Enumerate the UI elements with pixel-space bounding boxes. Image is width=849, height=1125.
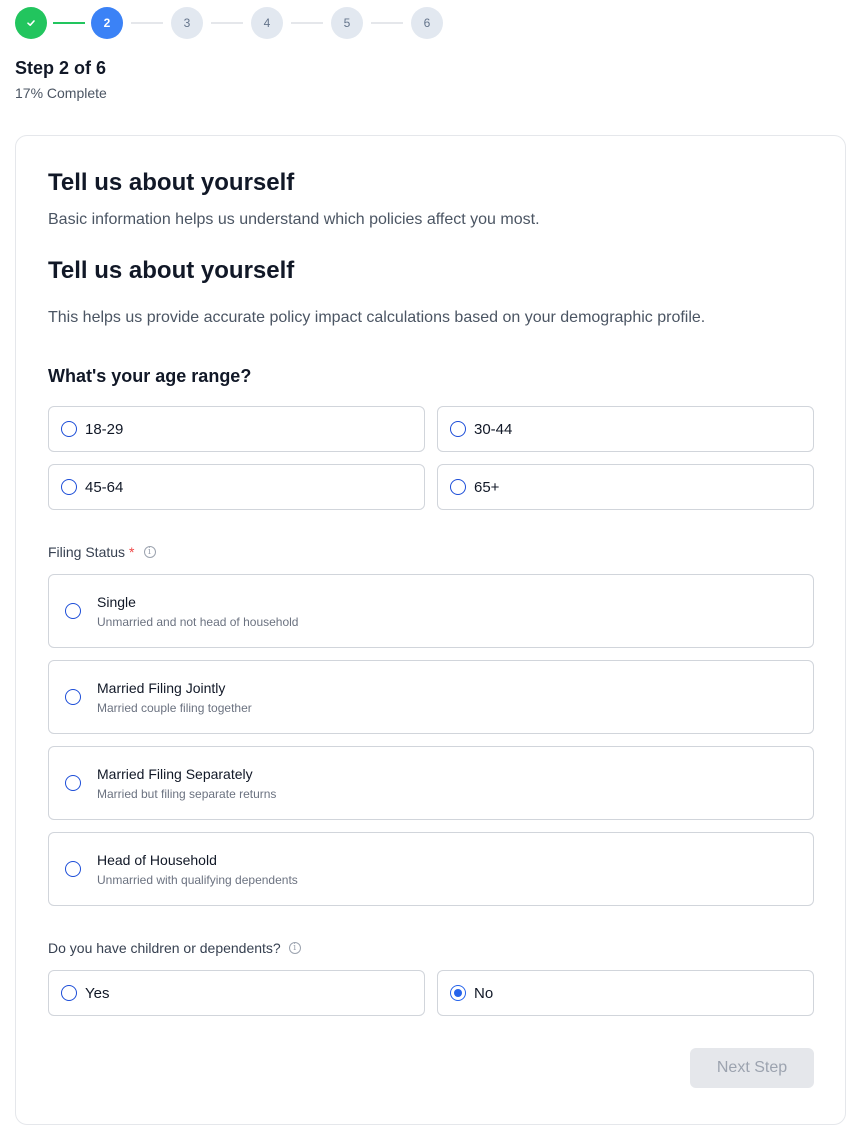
step-5: 5 (331, 7, 363, 39)
radio-button[interactable] (65, 775, 81, 791)
section-heading: Tell us about yourself (48, 169, 295, 196)
step-4: 4 (251, 7, 283, 39)
radio-button[interactable] (450, 421, 466, 437)
age-question: What's your age range? (48, 366, 252, 386)
option-title: Head of Household (97, 851, 217, 868)
step-3: 3 (171, 7, 203, 39)
info-icon[interactable]: i (143, 546, 156, 558)
dependents-label-text: Do you have children or dependents? (48, 940, 281, 956)
radio-button[interactable] (61, 421, 77, 437)
radio-button[interactable] (65, 861, 81, 877)
dependents-option-no[interactable]: No (437, 970, 814, 1016)
age-option-30-44[interactable]: 30-44 (437, 406, 814, 452)
age-option-65-plus[interactable]: 65+ (437, 464, 814, 510)
progress-text: 17% Complete (15, 85, 107, 101)
option-label: 65+ (474, 478, 500, 496)
section-subheading: Basic information helps us understand wh… (48, 211, 540, 228)
option-title: Single (97, 593, 136, 610)
option-description: Unmarried and not head of household (97, 614, 299, 629)
filing-option-married-separately[interactable]: Married Filing Separately Married but fi… (48, 746, 814, 820)
required-marker: * (129, 544, 135, 560)
radio-button-selected[interactable] (450, 985, 466, 1001)
next-step-button[interactable]: Next Step (690, 1048, 814, 1088)
dependents-option-yes[interactable]: Yes (48, 970, 425, 1016)
filing-option-married-jointly[interactable]: Married Filing Jointly Married couple fi… (48, 660, 814, 734)
option-description: Married couple filing together (97, 700, 252, 715)
radio-button[interactable] (65, 689, 81, 705)
option-label: Yes (85, 984, 110, 1002)
step-connector (131, 22, 163, 24)
check-icon (27, 20, 35, 26)
option-label: 18-29 (85, 420, 124, 438)
option-description: Married but filing separate returns (97, 786, 277, 801)
option-title: Married Filing Separately (97, 765, 253, 782)
step-connector (211, 22, 243, 24)
option-title: Married Filing Jointly (97, 679, 226, 696)
option-label: 45-64 (85, 478, 124, 496)
age-option-45-64[interactable]: 45-64 (48, 464, 425, 510)
option-label: 30-44 (474, 420, 513, 438)
filing-option-head-of-household[interactable]: Head of Household Unmarried with qualify… (48, 832, 814, 906)
step-connector (291, 22, 323, 24)
progress-stepper: 2 3 4 5 6 (15, 7, 443, 39)
option-label: No (474, 984, 494, 1002)
filing-status-label-text: Filing Status (48, 544, 126, 560)
step-1-complete (15, 7, 47, 39)
filing-option-single[interactable]: Single Unmarried and not head of househo… (48, 574, 814, 648)
step-2-current: 2 (91, 7, 123, 39)
filing-status-label: Filing Status * i (48, 544, 156, 560)
step-title: Step 2 of 6 (15, 58, 107, 78)
radio-button[interactable] (65, 603, 81, 619)
info-icon[interactable]: i (288, 942, 301, 954)
radio-button[interactable] (61, 479, 77, 495)
age-option-18-29[interactable]: 18-29 (48, 406, 425, 452)
section-heading-secondary: Tell us about yourself (48, 257, 295, 284)
dependents-label: Do you have children or dependents? i (48, 940, 301, 956)
step-6: 6 (411, 7, 443, 39)
step-connector (53, 22, 85, 24)
step-connector (371, 22, 403, 24)
radio-button[interactable] (61, 985, 77, 1001)
radio-button[interactable] (450, 479, 466, 495)
option-description: Unmarried with qualifying dependents (97, 872, 298, 887)
section-description: This helps us provide accurate policy im… (48, 309, 706, 326)
